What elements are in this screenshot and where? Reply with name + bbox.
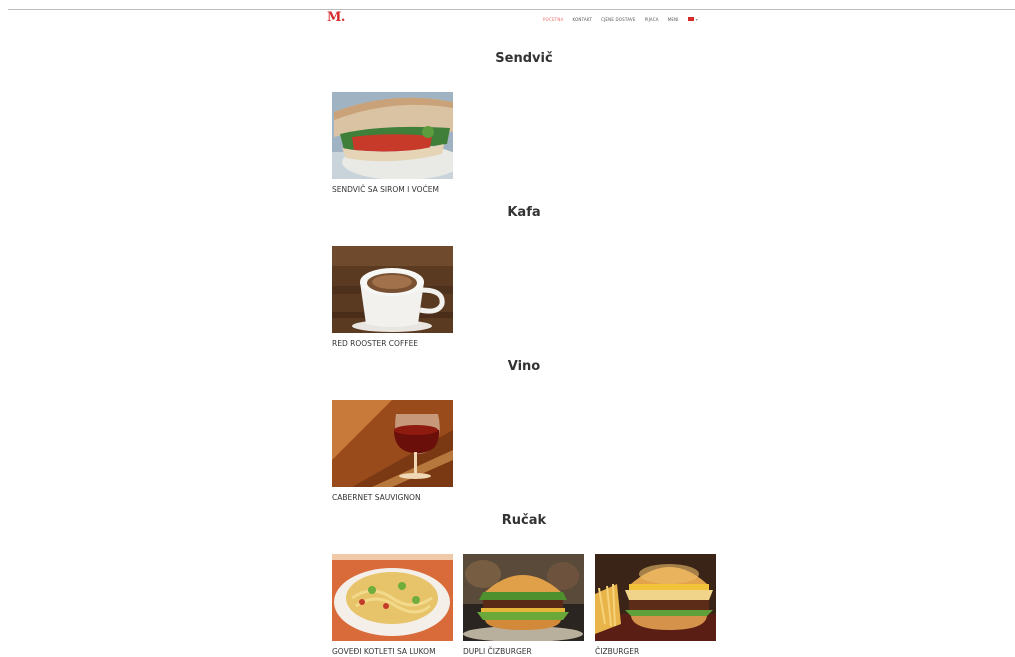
nav-item-delivery-prices[interactable]: Cjene dostave (601, 17, 636, 22)
wine-glass-photo (332, 400, 453, 487)
menu-item-card[interactable]: GOVEĐI KOTLETI SA LUKOM (332, 554, 453, 656)
menu-item-card[interactable]: ČIZBURGER (595, 554, 716, 656)
menu-item-name: SENDVIČ SA SIROM I VOĆEM (332, 185, 440, 194)
sandwich-photo (332, 92, 453, 179)
menu-item-card[interactable]: SENDVIČ SA SIROM I VOĆEM (332, 92, 453, 194)
section-title-coffee: Kafa (507, 205, 541, 220)
menu-item-name: DUPLI ČIZBURGER (463, 647, 532, 656)
section-title-sandwich: Sendvič (495, 51, 553, 66)
top-border (8, 9, 1015, 10)
chevron-down-icon: ▾ (695, 17, 698, 22)
site-logo[interactable]: M. (327, 10, 345, 25)
menu-item-name: ČIZBURGER (595, 647, 640, 656)
burger-fries-photo (595, 554, 716, 641)
flag-icon (687, 17, 694, 22)
menu-item-name: CABERNET SAUVIGNON (332, 493, 421, 502)
section-title-lunch: Ručak (501, 513, 547, 528)
coffee-cup-photo (332, 246, 453, 333)
section-title-wine: Vino (507, 359, 541, 374)
main-nav: Početna Kontakt Cjene dostave Pijaca Men… (543, 17, 698, 22)
nav-item-contact[interactable]: Kontakt (572, 17, 592, 22)
pasta-bowl-photo (332, 554, 453, 641)
menu-item-card[interactable]: RED ROOSTER COFFEE (332, 246, 453, 348)
nav-item-market[interactable]: Pijaca (645, 17, 659, 22)
language-switcher[interactable]: ▾ (687, 17, 698, 22)
nav-item-home[interactable]: Početna (543, 17, 563, 22)
menu-item-name: RED ROOSTER COFFEE (332, 339, 419, 348)
menu-item-card[interactable]: DUPLI ČIZBURGER (463, 554, 584, 656)
menu-item-name: GOVEĐI KOTLETI SA LUKOM (332, 647, 436, 656)
nav-item-menu[interactable]: Meni (668, 17, 679, 22)
menu-item-card[interactable]: CABERNET SAUVIGNON (332, 400, 453, 502)
double-burger-photo (463, 554, 584, 641)
